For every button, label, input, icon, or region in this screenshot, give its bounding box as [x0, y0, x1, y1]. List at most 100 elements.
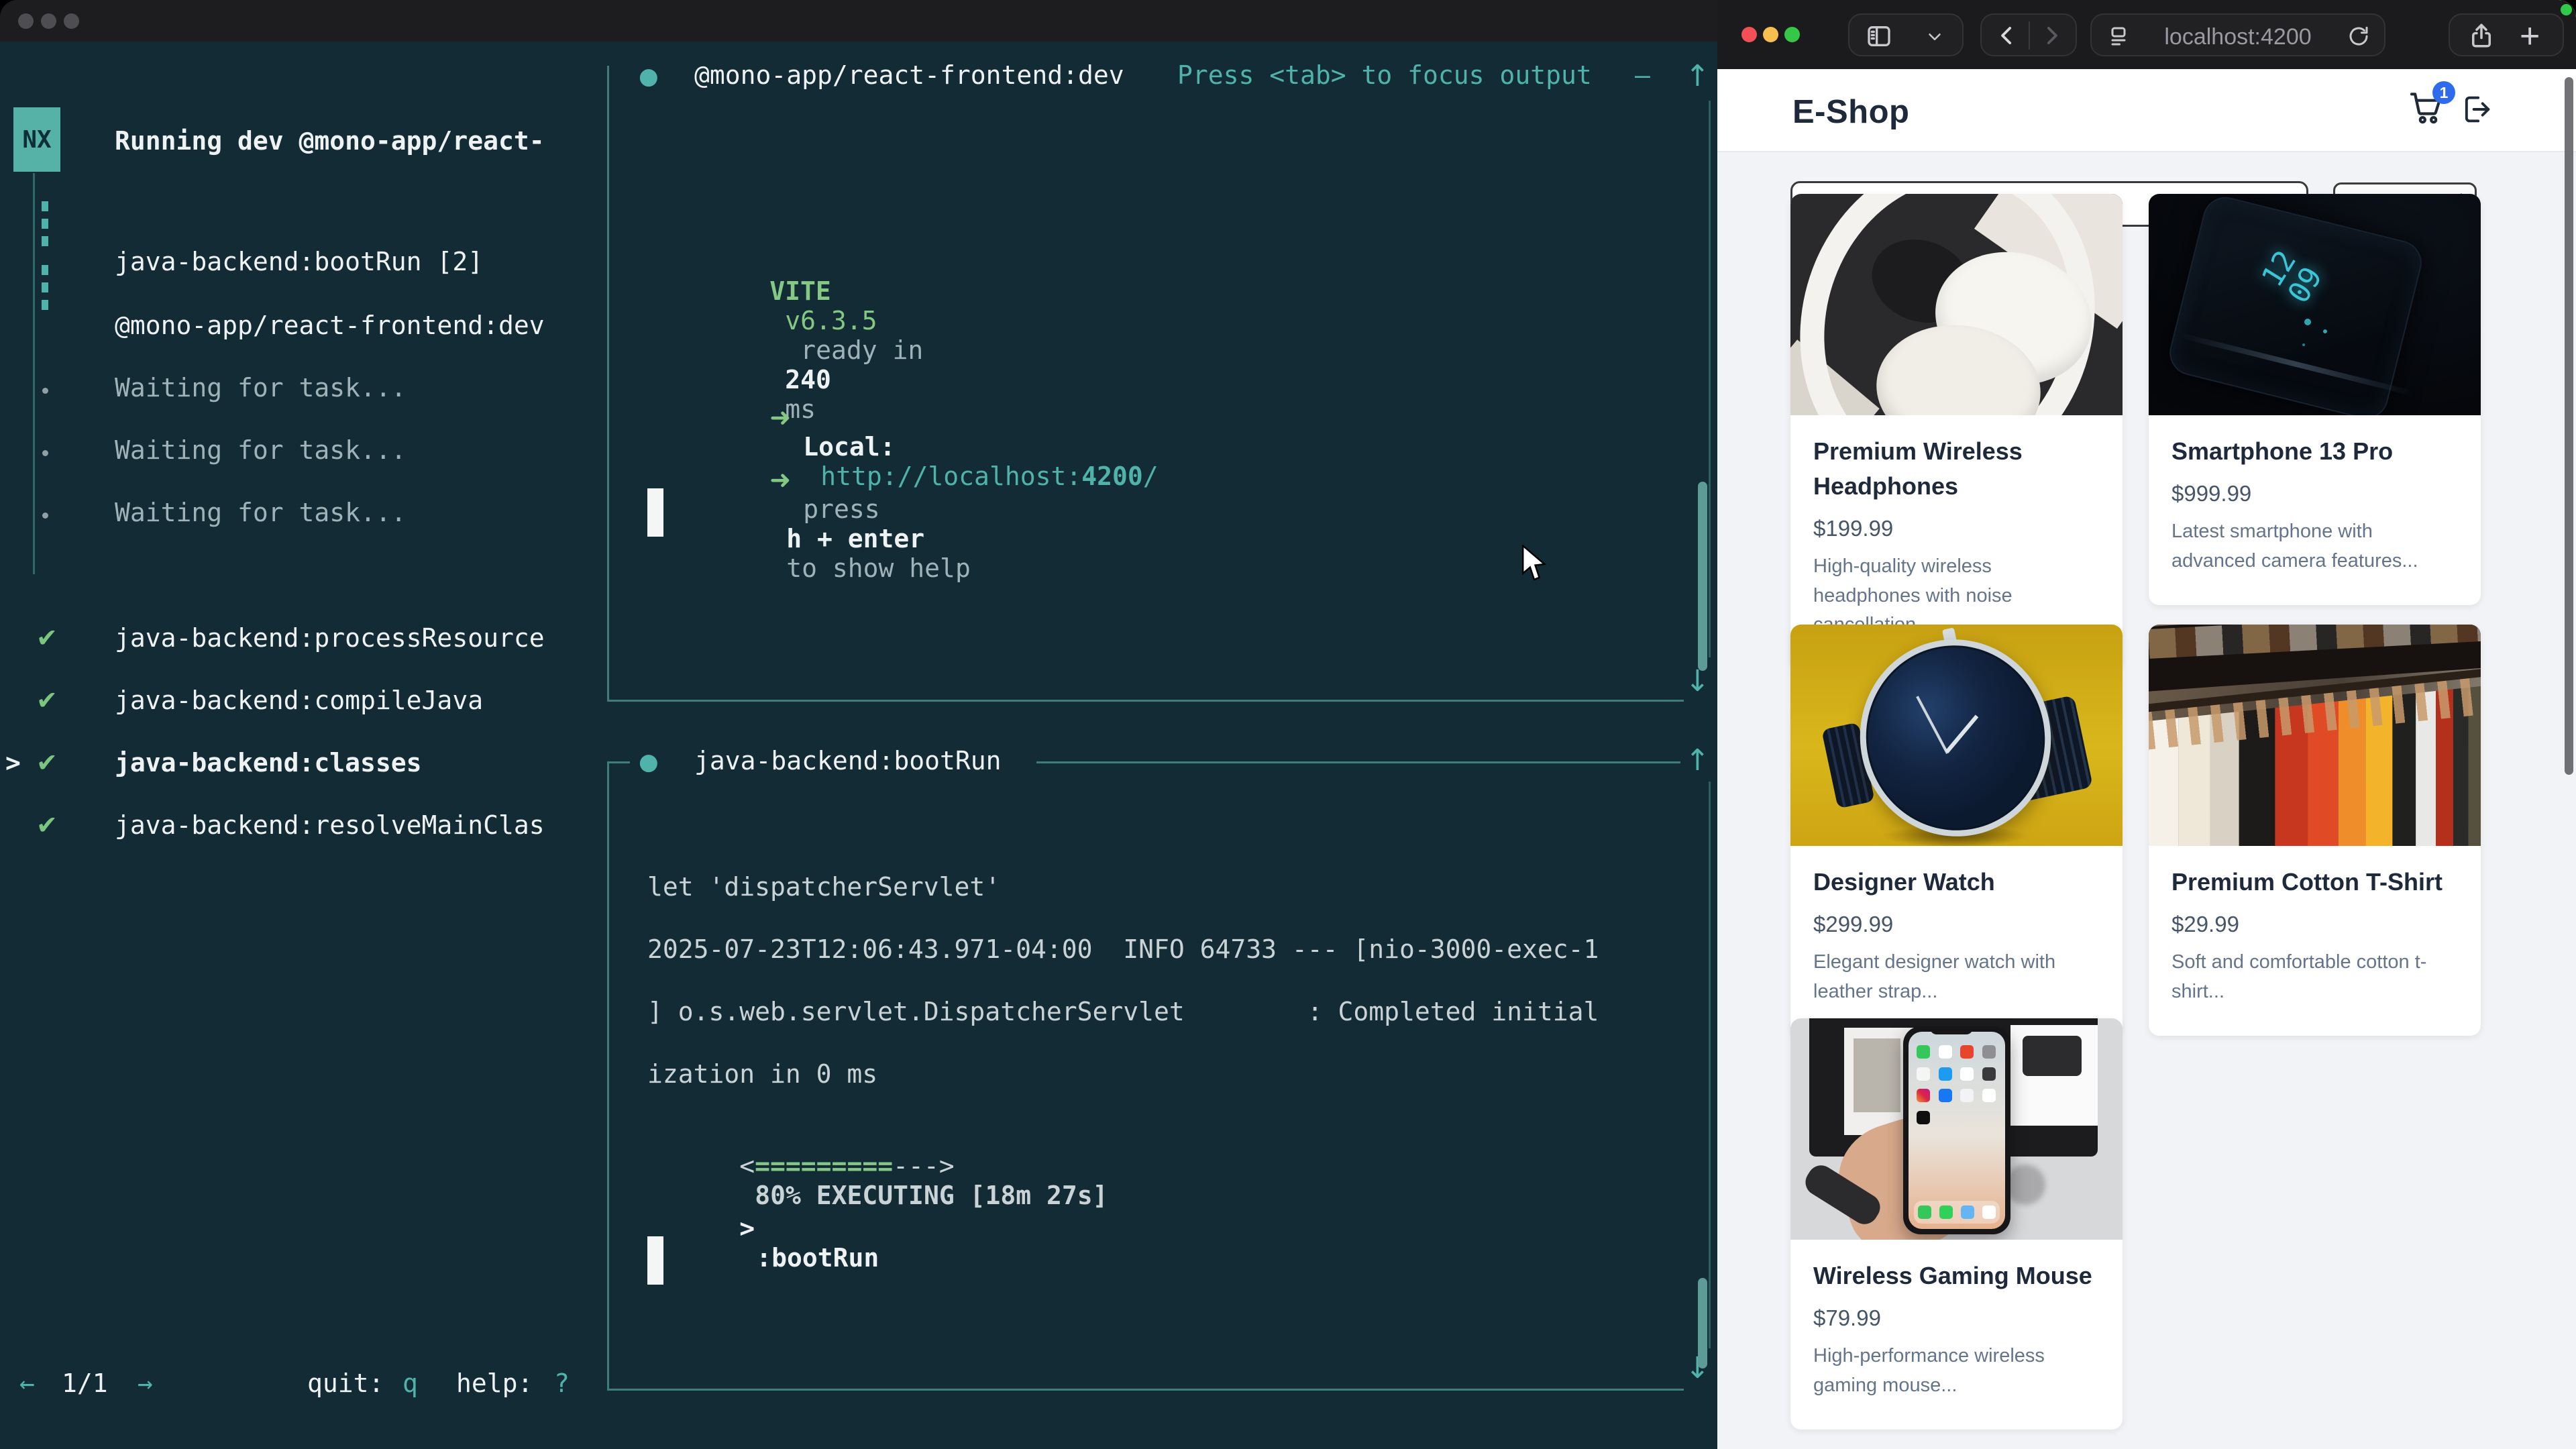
product-description: Latest smartphone with advanced camera f…	[2171, 517, 2458, 576]
waiting-dot-icon	[42, 388, 48, 394]
product-card[interactable]: Premium Wireless Headphones $199.99 High…	[1790, 194, 2123, 669]
product-price: $29.99	[2171, 912, 2458, 937]
local-slash[interactable]: /	[1143, 462, 1159, 491]
product-description: Elegant designer watch with leather stra…	[1813, 948, 2100, 1006]
arrow-icon: ➜	[769, 402, 791, 432]
task-tree-line	[33, 173, 35, 574]
product-card[interactable]: Designer Watch $299.99 Elegant designer …	[1790, 625, 2123, 1036]
shop-brand[interactable]: E-Shop	[1792, 93, 1909, 131]
new-tab-icon[interactable]: +	[2520, 16, 2540, 56]
product-name: Wireless Gaming Mouse	[1813, 1258, 2100, 1293]
quit-label: quit:	[307, 1368, 384, 1398]
task-done: java-backend:processResource	[115, 623, 545, 653]
pane2-left-border	[607, 761, 609, 1391]
check-icon: ✔	[36, 623, 58, 653]
mouse-cursor	[1520, 545, 1548, 584]
action-button-group: +	[2449, 13, 2564, 56]
pane1-dot-icon: ●	[639, 63, 659, 90]
task-pending: @mono-app/react-frontend:dev	[115, 311, 545, 340]
product-price: $999.99	[2171, 481, 2458, 506]
arrow-icon: ➜	[769, 465, 791, 494]
scroll-up-icon[interactable]: ↑	[1685, 743, 1710, 777]
product-card[interactable]: Wireless Gaming Mouse $79.99 High-perfor…	[1790, 1018, 2123, 1430]
pane1-left-border	[607, 66, 609, 700]
product-image-smartphone: 1209	[2149, 194, 2481, 415]
waiting-dot-icon	[42, 450, 48, 456]
logout-button[interactable]	[2459, 92, 2501, 133]
address-bar[interactable]: localhost:4200	[2090, 13, 2385, 56]
forward-icon[interactable]	[2038, 23, 2063, 48]
pane2-dot-icon: ●	[639, 749, 659, 775]
progress-bar: =========	[755, 1151, 893, 1181]
product-card[interactable]: 1209 Smartphone 13 Pro $999.99 Latest sm…	[2149, 194, 2481, 605]
url-text[interactable]: localhost:4200	[2092, 24, 2384, 50]
press-pre: press	[803, 494, 879, 524]
share-icon[interactable]	[2467, 21, 2496, 50]
caret-icon: >	[5, 748, 21, 777]
close-icon[interactable]	[18, 13, 34, 29]
next-page-arrow[interactable]: →	[138, 1368, 153, 1398]
terminal-cursor	[647, 488, 663, 537]
sidebar-button-group	[1848, 13, 1964, 56]
pane2-scroll-thumb[interactable]	[1698, 1278, 1707, 1368]
pane1-hint: Press <tab> to focus output	[1177, 60, 1592, 90]
recording-indicator-icon	[2561, 4, 2572, 15]
nav-divider	[2029, 21, 2030, 50]
page-scrollbar-thumb[interactable]	[2565, 77, 2573, 775]
chevron-down-icon[interactable]	[1925, 27, 1945, 47]
pane2-bottom-border	[607, 1389, 1684, 1391]
sidebar-icon[interactable]	[1866, 23, 1892, 50]
product-name: Premium Wireless Headphones	[1813, 434, 2100, 504]
maximize-icon[interactable]	[64, 13, 79, 29]
maximize-icon[interactable]	[1784, 27, 1800, 42]
product-image-gaming-mouse	[1790, 1018, 2123, 1240]
check-icon: ✔	[36, 686, 58, 715]
product-name: Smartphone 13 Pro	[2171, 434, 2458, 469]
quit-key: q	[402, 1368, 418, 1398]
gradle-task-line: > :bootRun	[647, 1184, 879, 1302]
pane1-scroll-thumb[interactable]	[1698, 482, 1707, 671]
task-waiting: Waiting for task...	[115, 435, 407, 465]
product-price: $299.99	[1813, 912, 2100, 937]
progress-dashes: --->	[893, 1151, 955, 1181]
help-label: help:	[456, 1368, 533, 1398]
task-caret: >	[739, 1214, 755, 1243]
product-card[interactable]: Premium Cotton T-Shirt $29.99 Soft and c…	[2149, 625, 2481, 1036]
task-name: :bootRun	[756, 1243, 879, 1273]
log-line: let 'dispatcherServlet'	[647, 872, 1000, 902]
task-done-selected[interactable]: java-backend:classes	[115, 748, 422, 777]
press-help-line: ➜ press h + enter to show help	[678, 435, 971, 612]
help-key: ?	[554, 1368, 570, 1398]
pane1-dash: —	[1635, 60, 1650, 90]
close-icon[interactable]	[1741, 27, 1757, 42]
prev-page-arrow[interactable]: ←	[19, 1368, 35, 1398]
log-line: ] o.s.web.servlet.DispatcherServlet : Co…	[647, 997, 1599, 1026]
task-pending: java-backend:bootRun [2]	[115, 247, 483, 276]
task-done: java-backend:resolveMainClas	[115, 810, 545, 840]
product-image-watch	[1790, 625, 2123, 846]
cart-button[interactable]: 1	[2407, 88, 2449, 129]
pane2-corner	[607, 761, 630, 763]
scroll-down-icon[interactable]: ↓	[1685, 664, 1710, 698]
spinner-icon	[42, 265, 48, 310]
minimize-icon[interactable]	[1763, 27, 1778, 42]
product-description: Soft and comfortable cotton t-shirt...	[2171, 948, 2458, 1006]
minimize-icon[interactable]	[41, 13, 56, 29]
scroll-up-icon[interactable]: ↑	[1685, 59, 1710, 93]
terminal-title: Running dev @mono-app/react-	[115, 126, 545, 156]
task-waiting: Waiting for task...	[115, 373, 407, 402]
terminal-cursor	[647, 1236, 663, 1285]
shop-header: E-Shop 1	[1717, 69, 2576, 152]
pane2-scroll-track	[1709, 782, 1711, 1348]
local-port[interactable]: 4200	[1081, 462, 1143, 491]
waiting-dot-icon	[42, 513, 48, 519]
task-done: java-backend:compileJava	[115, 686, 483, 715]
product-price: $199.99	[1813, 516, 2100, 541]
press-keys: h + enter	[786, 524, 924, 553]
check-icon: ✔	[36, 748, 58, 777]
back-icon[interactable]	[1995, 23, 2021, 48]
browser-toolbar: localhost:4200 +	[1717, 0, 2576, 69]
product-price: $79.99	[1813, 1305, 2100, 1331]
reload-icon[interactable]	[2347, 24, 2371, 48]
product-image-tshirt	[2149, 625, 2481, 846]
